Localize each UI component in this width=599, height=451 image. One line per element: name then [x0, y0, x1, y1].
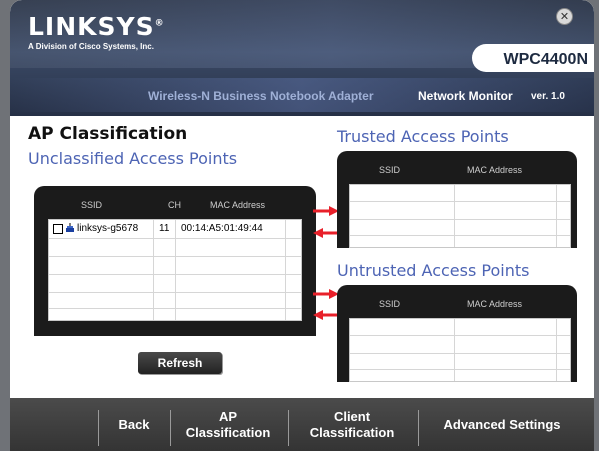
column-header-mac: MAC Address: [467, 299, 523, 309]
untrusted-panel: SSID MAC Address: [337, 285, 577, 382]
untrusted-list[interactable]: [349, 318, 571, 382]
header: LINKSYS® A Division of Cisco Systems, In…: [10, 0, 594, 116]
app-window: LINKSYS® A Division of Cisco Systems, In…: [10, 0, 594, 451]
logo-registered: ®: [154, 18, 165, 29]
column-header-mac: MAC Address: [467, 165, 523, 175]
unclassified-title: Unclassified Access Points: [28, 149, 238, 168]
tab-client-line1: Client: [333, 408, 371, 424]
footer-nav: Back AP Classification Client Classifica…: [10, 398, 594, 451]
column-header-mac: MAC Address: [210, 200, 266, 210]
nav-divider: [170, 410, 171, 446]
app-name: Network Monitor: [418, 89, 513, 103]
app-version: ver. 1.0: [531, 91, 565, 102]
tab-client-classification[interactable]: Client Classification: [290, 398, 414, 451]
page-title: AP Classification: [28, 124, 188, 144]
access-point-icon: [66, 223, 74, 232]
back-label: Back: [118, 416, 150, 432]
linksys-logo: LINKSYS®: [28, 12, 165, 41]
unclassified-panel: SSID CH MAC Address linksys-g5678 11 00:…: [34, 186, 316, 336]
tab-ap-line2: Classification: [185, 424, 271, 440]
product-name: Wireless-N Business Notebook Adapter: [148, 89, 374, 103]
unclassified-list[interactable]: linksys-g5678 11 00:14:A5:01:49:44: [48, 219, 302, 321]
tab-advanced-settings[interactable]: Advanced Settings: [420, 398, 584, 451]
row-mac: 00:14:A5:01:49:44: [181, 223, 263, 234]
row-ssid: linksys-g5678: [77, 223, 139, 234]
advanced-label: Advanced Settings: [443, 416, 561, 432]
column-header-ssid: SSID: [379, 299, 401, 309]
tab-client-line2: Classification: [309, 424, 395, 440]
back-button[interactable]: Back: [100, 398, 168, 451]
column-header-ssid: SSID: [81, 200, 103, 210]
nav-divider: [288, 410, 289, 446]
arrow-right-icon[interactable]: [313, 289, 339, 299]
row-checkbox[interactable]: [53, 224, 63, 234]
trusted-panel: SSID MAC Address: [337, 151, 577, 248]
trusted-list[interactable]: [349, 184, 571, 248]
trusted-title: Trusted Access Points: [337, 127, 509, 146]
refresh-button[interactable]: Refresh: [138, 352, 222, 374]
arrow-left-icon[interactable]: [313, 310, 339, 320]
arrow-left-icon[interactable]: [313, 228, 339, 238]
tab-ap-line1: AP: [218, 408, 238, 424]
nav-divider: [418, 410, 419, 446]
model-name: WPC4400N: [503, 51, 588, 68]
arrow-right-icon[interactable]: [313, 206, 339, 216]
row-channel: 11: [159, 223, 170, 234]
nav-divider: [98, 410, 99, 446]
close-icon[interactable]: ✕: [557, 9, 572, 24]
untrusted-title: Untrusted Access Points: [337, 261, 530, 280]
column-header-ch: CH: [168, 200, 181, 210]
logo-subtitle: A Division of Cisco Systems, Inc.: [28, 42, 154, 51]
tab-ap-classification[interactable]: AP Classification: [172, 398, 284, 451]
column-header-ssid: SSID: [379, 165, 401, 175]
logo-text: LINKSYS: [28, 12, 155, 41]
